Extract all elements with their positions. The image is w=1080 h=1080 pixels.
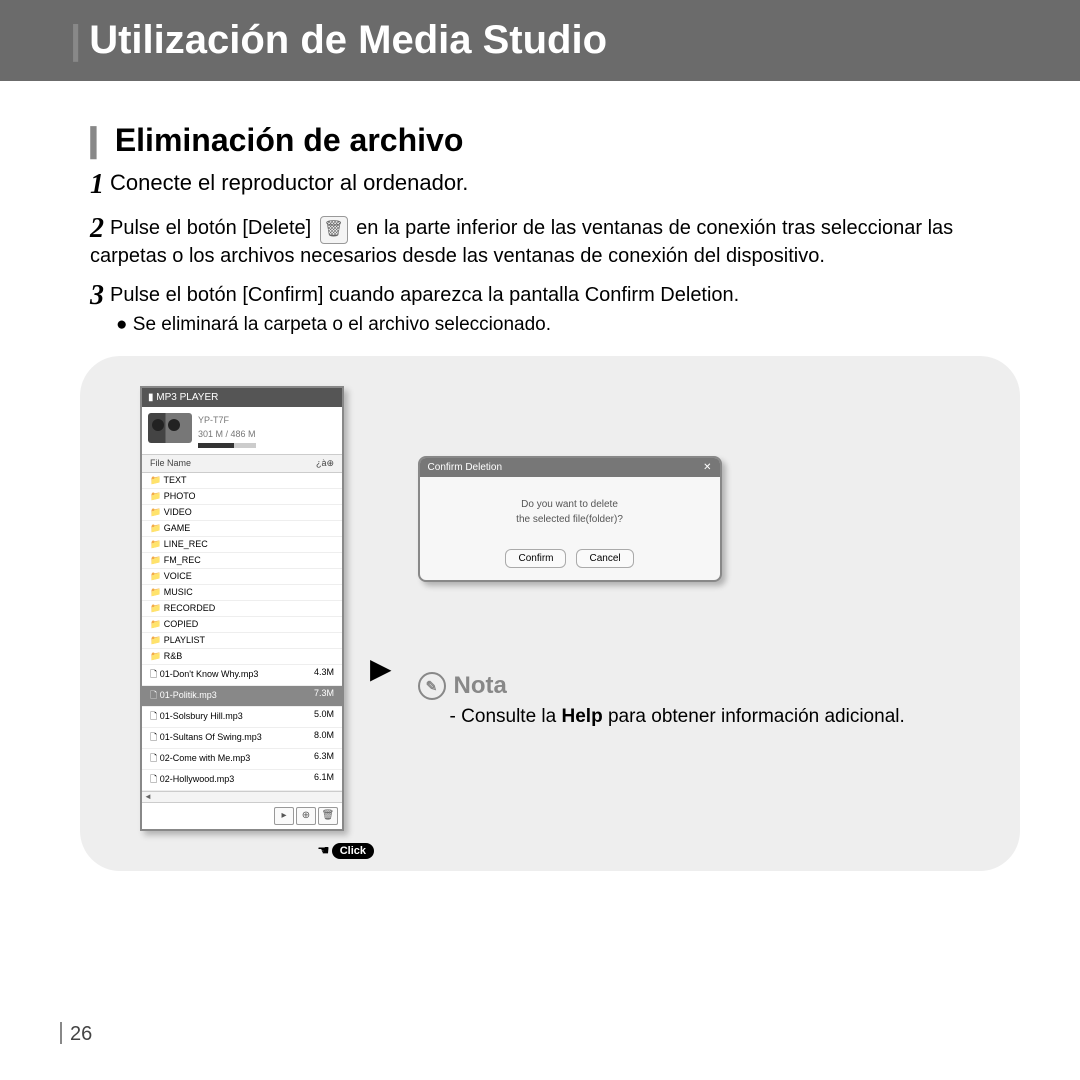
step-2: 2Pulse el botón [Delete] 🗑 en la parte i…: [90, 213, 1020, 268]
note-label: ✎ Nota: [418, 672, 990, 700]
scrollbar[interactable]: [142, 791, 342, 802]
confirm-dialog: Confirm Deletion ✕ Do you want to delete …: [418, 456, 722, 582]
page-number: 26: [60, 1022, 92, 1046]
file-header: File Name¿à⊕: [142, 455, 342, 473]
folder-row[interactable]: 📁 R&B: [142, 649, 342, 665]
folder-row[interactable]: 📁 TEXT: [142, 473, 342, 489]
file-row[interactable]: 🗋 01-Sultans Of Swing.mp38.0M: [142, 728, 342, 749]
player-title: ▮ MP3 PLAYER: [142, 388, 342, 407]
folder-row[interactable]: 📁 VIDEO: [142, 505, 342, 521]
folder-row[interactable]: 📁 RECORDED: [142, 601, 342, 617]
device-info: YP-T7F 301 M / 486 M: [198, 413, 256, 448]
arrow-icon: ▶: [370, 652, 392, 685]
folder-row[interactable]: 📁 PHOTO: [142, 489, 342, 505]
folder-row[interactable]: 📁 FM_REC: [142, 553, 342, 569]
file-row[interactable]: 🗋 01-Solsbury Hill.mp35.0M: [142, 707, 342, 728]
step-1: 1Conecte el reproductor al ordenador.: [90, 169, 1020, 201]
file-row[interactable]: 🗋 02-Come with Me.mp36.3M: [142, 749, 342, 770]
folder-row[interactable]: 📁 LINE_REC: [142, 537, 342, 553]
delete-button[interactable]: 🗑: [318, 807, 338, 825]
trash-icon: 🗑: [320, 216, 348, 244]
folder-row[interactable]: 📁 PLAYLIST: [142, 633, 342, 649]
section-title: ❙Eliminación de archivo: [80, 121, 1020, 159]
file-row[interactable]: 🗋 02-Hollywood.mp36.1M: [142, 770, 342, 791]
file-row[interactable]: 🗋 01-Don't Know Why.mp34.3M: [142, 665, 342, 686]
player-window: ▮ MP3 PLAYER YP-T7F 301 M / 486 M File N…: [140, 386, 344, 831]
device-image: [148, 413, 192, 443]
note-text: - Consulte la Help para obtener informac…: [450, 706, 990, 728]
folder-row[interactable]: 📁 MUSIC: [142, 585, 342, 601]
step-3: 3Pulse el botón [Confirm] cuando aparezc…: [90, 280, 1020, 336]
confirm-button[interactable]: Confirm: [505, 549, 566, 568]
pencil-icon: ✎: [418, 672, 446, 700]
bottom-buttons: ▸ ⊕ 🗑: [142, 802, 342, 829]
click-badge: ☚Click: [317, 842, 374, 859]
folder-row[interactable]: 📁 VOICE: [142, 569, 342, 585]
play-button[interactable]: ▸: [274, 807, 294, 825]
figure-area: ▮ MP3 PLAYER YP-T7F 301 M / 486 M File N…: [80, 356, 1020, 871]
folder-row[interactable]: 📁 GAME: [142, 521, 342, 537]
dialog-title: Confirm Deletion: [428, 462, 502, 473]
dialog-body: Do you want to delete the selected file(…: [420, 477, 720, 541]
close-icon[interactable]: ✕: [703, 462, 711, 473]
add-button[interactable]: ⊕: [296, 807, 316, 825]
page-title: |Utilización de Media Studio: [0, 0, 1080, 81]
cancel-button[interactable]: Cancel: [576, 549, 633, 568]
file-row[interactable]: 🗋 01-Politik.mp37.3M: [142, 686, 342, 707]
folder-row[interactable]: 📁 COPIED: [142, 617, 342, 633]
